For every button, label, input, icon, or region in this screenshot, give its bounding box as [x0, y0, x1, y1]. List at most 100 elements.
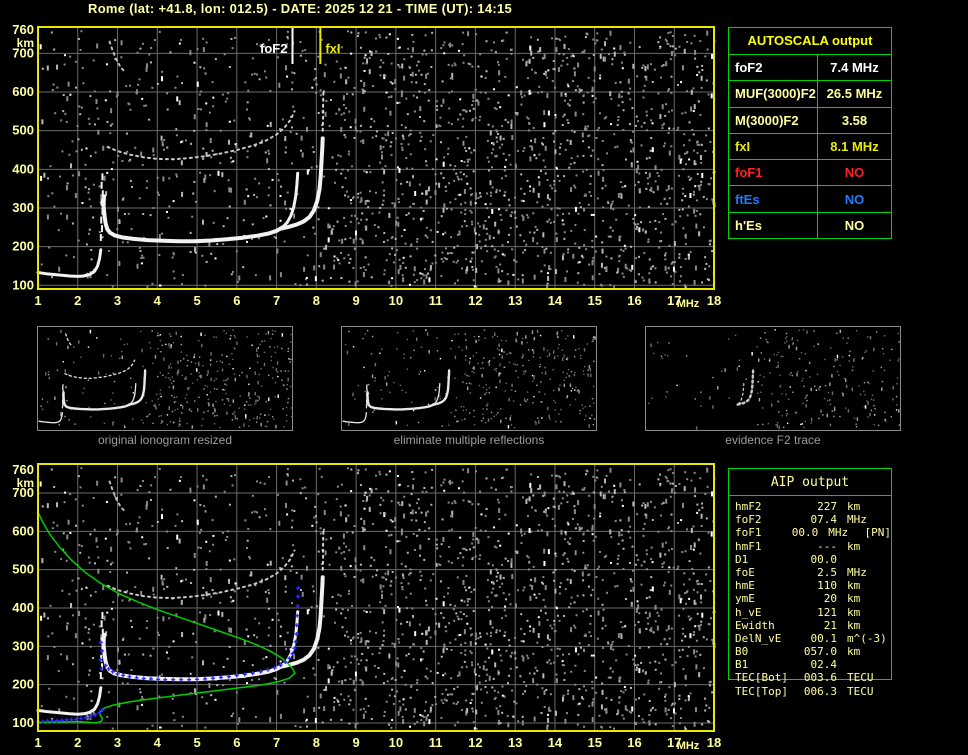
- noise-dot: [423, 558, 426, 561]
- noise-dot: [514, 216, 517, 219]
- noise-dot: [205, 702, 208, 705]
- noise-dot: [669, 482, 672, 485]
- noise-dot: [501, 685, 504, 688]
- noise-dot: [533, 274, 536, 280]
- noise-dot: [545, 247, 548, 250]
- noise-dot: [333, 264, 336, 270]
- noise-dot: [651, 706, 654, 709]
- noise-dot: [528, 89, 531, 95]
- noise-dot: [451, 252, 454, 255]
- noise-dot: [706, 30, 709, 36]
- noise-dot: [448, 546, 451, 549]
- noise-dot: [449, 479, 452, 485]
- noise-dot: [197, 546, 200, 549]
- noise-dot: [577, 212, 580, 215]
- noise-dot: [704, 492, 707, 495]
- noise-dot: [618, 696, 621, 699]
- noise-dot: [128, 541, 131, 544]
- noise-dot: [291, 162, 294, 165]
- noise-dot: [496, 498, 499, 501]
- noise-dot: [543, 560, 546, 566]
- noise-dot: [344, 665, 347, 668]
- noise-dot: [572, 492, 575, 495]
- noise-dot: [385, 700, 388, 703]
- noise-dot: [205, 560, 208, 566]
- noise-dot: [230, 600, 233, 603]
- noise-dot: [311, 524, 314, 527]
- noise-dot: [63, 501, 66, 504]
- noise-dot: [205, 102, 208, 105]
- noise-dot: [200, 90, 203, 93]
- noise-dot: [487, 160, 490, 163]
- noise-dot: [502, 476, 505, 479]
- noise-dot: [469, 702, 472, 705]
- noise-dot: [364, 491, 367, 494]
- noise-dot: [614, 585, 617, 588]
- noise-dot: [573, 71, 576, 77]
- noise-dot: [676, 521, 679, 524]
- noise-dot: [616, 123, 619, 126]
- noise-dot: [143, 104, 146, 107]
- noise-dot: [629, 589, 632, 592]
- noise-dot: [546, 713, 549, 716]
- noise-dot: [530, 488, 533, 494]
- noise-dot: [475, 33, 478, 36]
- noise-dot: [408, 283, 411, 286]
- noise-dot: [563, 481, 566, 487]
- noise-dot: [648, 156, 651, 159]
- noise-dot: [273, 676, 276, 679]
- noise-dot: [480, 260, 483, 263]
- noise-dot: [138, 516, 141, 519]
- noise-dot: [383, 710, 386, 713]
- noise-dot: [651, 147, 654, 153]
- noise-dot: [269, 717, 272, 723]
- noise-dot: [439, 555, 442, 558]
- noise-dot: [416, 237, 419, 240]
- noise-dot: [510, 124, 513, 130]
- noise-dot: [407, 652, 410, 655]
- noise-dot: [174, 86, 177, 89]
- noise-dot: [53, 48, 56, 51]
- noise-dot: [556, 214, 559, 217]
- noise-dot: [152, 586, 155, 592]
- noise-dot: [558, 179, 561, 182]
- noise-dot: [700, 143, 703, 146]
- noise-dot: [414, 191, 417, 197]
- noise-dot: [431, 31, 434, 34]
- noise-dot: [424, 160, 427, 163]
- noise-dot: [335, 551, 338, 554]
- noise-dot: [585, 248, 588, 251]
- noise-dot: [401, 134, 404, 137]
- noise-dot: [568, 166, 571, 169]
- noise-dot: [567, 248, 570, 251]
- noise-dot: [684, 285, 687, 288]
- noise-dot: [442, 207, 445, 213]
- noise-dot: [394, 526, 397, 529]
- noise-dot: [428, 719, 431, 725]
- noise-dot: [700, 583, 703, 586]
- noise-dot: [469, 260, 472, 263]
- noise-dot: [233, 590, 236, 593]
- noise-dot: [533, 716, 536, 722]
- noise-dot: [204, 174, 207, 180]
- noise-dot: [74, 86, 77, 89]
- noise-dot: [466, 604, 469, 607]
- noise-dot: [570, 492, 573, 495]
- noise-dot: [412, 94, 415, 97]
- noise-dot: [352, 267, 355, 270]
- noise-dot: [393, 642, 396, 648]
- noise-dot: [642, 721, 645, 724]
- noise-dot: [158, 254, 161, 257]
- noise-dot: [230, 475, 233, 478]
- noise-dot: [698, 185, 701, 191]
- noise-dot: [484, 219, 487, 222]
- noise-dot: [624, 185, 627, 188]
- noise-dot: [604, 184, 607, 187]
- noise-dot: [495, 136, 498, 139]
- noise-dot: [459, 171, 462, 174]
- noise-dot: [378, 33, 381, 36]
- noise-dot: [495, 129, 498, 132]
- noise-dot: [299, 41, 302, 44]
- noise-dot: [517, 720, 520, 723]
- noise-dot: [387, 570, 390, 576]
